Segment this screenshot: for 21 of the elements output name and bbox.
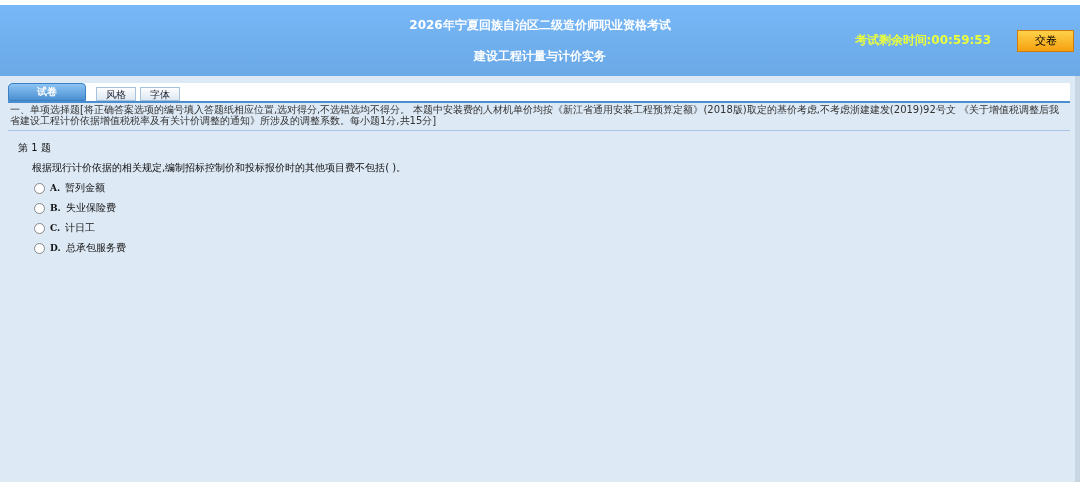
section-instructions: 一、单项选择题[将正确答案选项的编号填入答题纸相应位置,选对得分,不选错选均不得分。 本题中安装费的人材机单价均按《新江省通用安装工程预算定额》(2018版)取定的基价考虑,不考虑浙建建发(2019)92号文 《关于增值税调整后我省建设工程计价依据增值税税率及有关计价调整的通知》所涉及的调整系数。每小题1分,共15分] bbox=[8, 103, 1070, 131]
tab[interactable]: 风格 bbox=[96, 87, 136, 101]
option-letter: D. bbox=[50, 243, 61, 253]
option-text: 暂列金额 bbox=[65, 181, 106, 195]
exam-title: 2026年宁夏回族自治区二级造价师职业资格考试 bbox=[409, 16, 671, 34]
option-letter: A. bbox=[50, 183, 61, 193]
subject-title: 建设工程计量与计价实务 bbox=[474, 47, 606, 65]
option-text: 总承包服务费 bbox=[65, 241, 126, 255]
radio-button[interactable] bbox=[34, 182, 45, 194]
question-text: 根据现行计价依据的相关规定,编制招标控制价和投标报价时的其他项目费不包括( )。 bbox=[31, 161, 408, 175]
radio-button[interactable] bbox=[34, 202, 45, 214]
tab[interactable]: 字体 bbox=[140, 87, 180, 101]
remaining-time: 考试剩余时间:00:59:53 bbox=[854, 32, 991, 49]
option-text: 失业保险费 bbox=[65, 201, 116, 215]
option-text: 计日工 bbox=[65, 221, 96, 235]
question-number: 第 1 题 bbox=[18, 141, 52, 155]
submit-button[interactable]: 交卷 bbox=[1017, 29, 1074, 52]
option-letter: B. bbox=[50, 203, 61, 213]
radio-button[interactable] bbox=[34, 222, 45, 234]
radio-button[interactable] bbox=[34, 242, 45, 254]
option-letter: C. bbox=[50, 223, 61, 233]
